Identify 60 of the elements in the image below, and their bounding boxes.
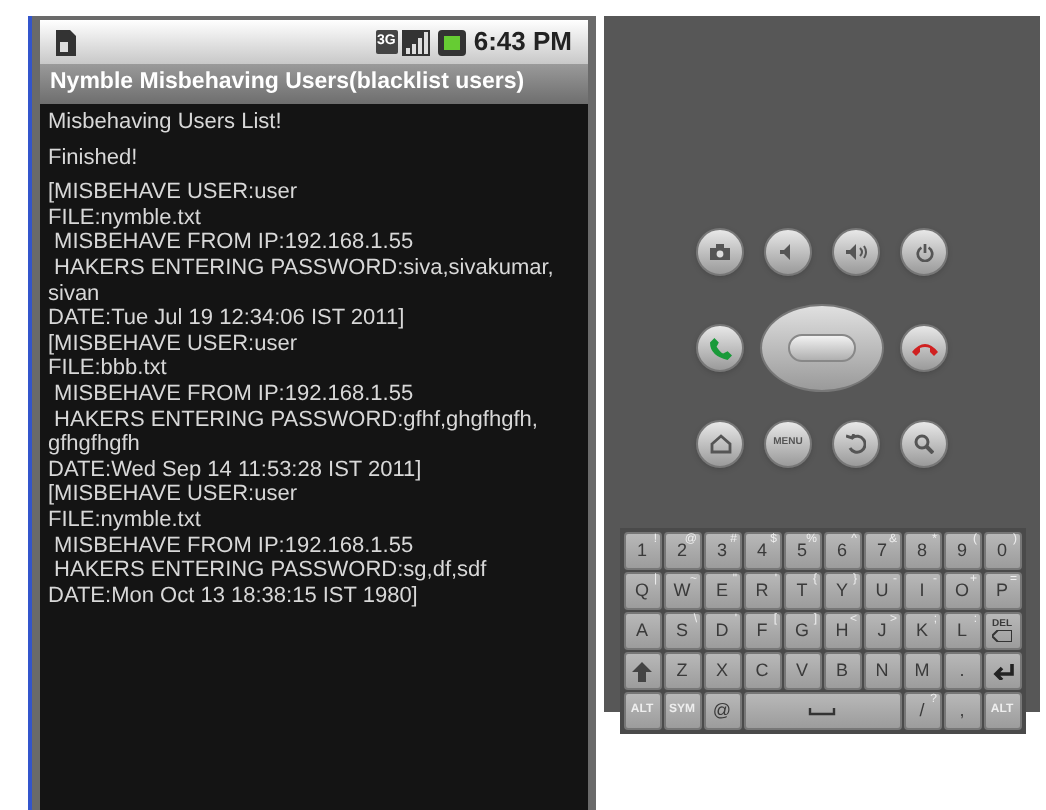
log-line: Finished! (48, 145, 138, 171)
log-line: sivan (48, 281, 100, 307)
log-line: MISBEHAVE FROM IP:192.168.1.55 (52, 533, 414, 559)
volume-down-button[interactable] (764, 228, 812, 276)
keyboard-key[interactable]: V (783, 652, 821, 690)
back-button[interactable] (832, 420, 880, 468)
log-line: MISBEHAVE FROM IP:192.168.1.55 (52, 381, 414, 408)
log-line: [MISBEHAVE USER:user (48, 331, 297, 357)
hang-up-icon (911, 341, 937, 355)
speaker-icon (780, 244, 796, 260)
shift-key[interactable] (623, 652, 661, 690)
log-line: FILE:nymble.txt (48, 205, 201, 231)
keyboard-key[interactable]: X (703, 652, 741, 690)
app-title: Nymble Misbehaving Users(blacklist users) (50, 68, 525, 99)
backspace-icon (992, 630, 1012, 642)
home-button[interactable] (696, 420, 744, 468)
shift-icon (632, 661, 652, 681)
search-icon (914, 434, 934, 454)
log-line: HAKERS ENTERING PASSWORD:siva,sivakumar, (52, 255, 554, 282)
keyboard-key[interactable]: C (743, 652, 781, 690)
clock: 6:43 PM (473, 24, 572, 61)
battery-icon (437, 29, 466, 55)
log-line: [MISBEHAVE USER:user (48, 180, 297, 206)
enter-key[interactable] (983, 652, 1021, 690)
keyboard-key[interactable]: A (623, 612, 661, 650)
keyboard-key[interactable]: , (943, 692, 981, 730)
keyboard-key[interactable]: @ (703, 692, 741, 730)
keyboard-key[interactable]: . (943, 652, 981, 690)
enter-icon (991, 663, 1013, 679)
power-button[interactable] (900, 228, 948, 276)
log-line: FILE:bbb.txt (48, 356, 167, 382)
space-icon (808, 707, 836, 715)
back-arrow-icon (846, 434, 866, 454)
log-line: gfhgfhgfh (48, 432, 140, 458)
search-button[interactable] (900, 420, 948, 468)
camera-icon (710, 244, 730, 260)
keyboard-key[interactable]: N (863, 652, 901, 690)
log-line: DATE:Wed Sep 14 11:53:28 IST 2011] (48, 457, 422, 483)
log-line: DATE:Mon Oct 13 18:38:15 IST 1980] (48, 583, 418, 609)
keyboard-key[interactable]: Z (663, 652, 701, 690)
log-line: HAKERS ENTERING PASSWORD:sg,df,sdf (52, 558, 487, 584)
power-icon (915, 243, 933, 261)
speaker-loud-icon (845, 244, 867, 260)
end-call-button[interactable] (900, 324, 948, 372)
volume-up-button[interactable] (832, 228, 880, 276)
call-button[interactable] (696, 324, 744, 372)
log-line: Misbehaving Users List! (48, 110, 282, 136)
space-key[interactable] (743, 692, 901, 730)
log-line: MISBEHAVE FROM IP:192.168.1.55 (52, 230, 414, 256)
signal-icon (401, 29, 430, 55)
log-line: [MISBEHAVE USER:user (48, 482, 297, 508)
phone-handset-icon (709, 337, 731, 359)
log-line: DATE:Tue Jul 19 12:34:06 IST 2011] (48, 306, 405, 332)
log-line: HAKERS ENTERING PASSWORD:gfhf,ghgfhgfh, (52, 407, 538, 433)
keyboard-key[interactable]: M (903, 652, 941, 690)
keyboard-key[interactable]: B (823, 652, 861, 690)
camera-button[interactable] (696, 228, 744, 276)
log-line: FILE:nymble.txt (48, 507, 201, 533)
home-icon (709, 434, 731, 454)
sim-card-icon (56, 29, 76, 55)
